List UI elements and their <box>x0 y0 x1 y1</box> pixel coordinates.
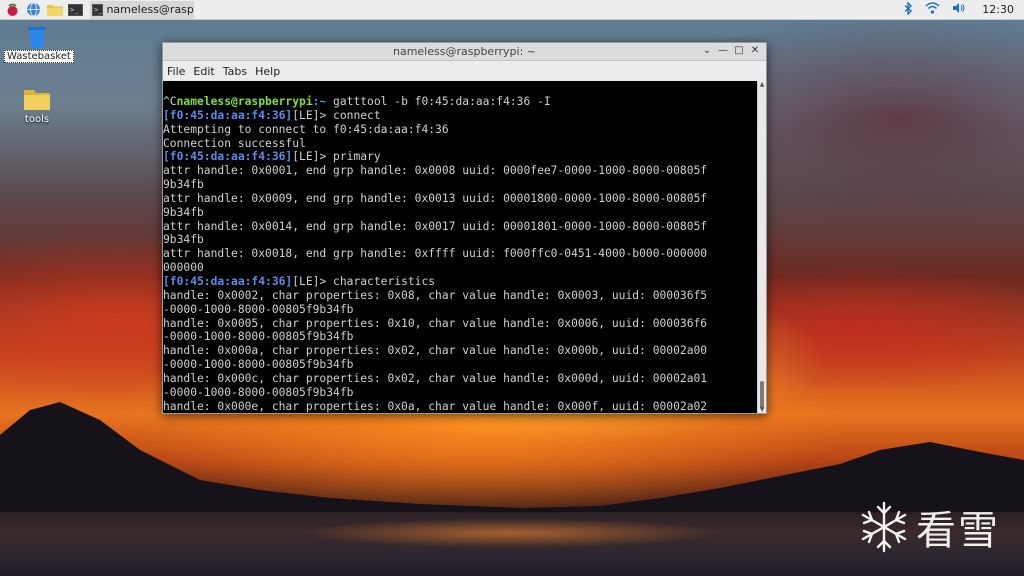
watermark: 看雪 <box>858 498 1000 556</box>
maximize-button[interactable]: □ <box>732 44 746 58</box>
terminal-line: handle: 0x000c, char properties: 0x02, c… <box>163 371 708 385</box>
window-titlebar[interactable]: nameless@raspberrypi: ~ ⌄ — □ ✕ <box>163 43 766 61</box>
wifi-icon[interactable] <box>925 2 940 17</box>
taskbar-terminal-task[interactable]: >_ nameless@rasp... <box>90 0 194 19</box>
bluetooth-icon[interactable] <box>904 0 913 18</box>
window-menu-button[interactable]: ⌄ <box>700 44 714 58</box>
prompt-path: :~ <box>312 95 327 108</box>
gatttool-prompt-address: [f0:45:da:aa:f4:36] <box>163 150 293 164</box>
prompt-prefix: ^C <box>163 95 177 108</box>
wastebasket-label: Wastebasket <box>4 50 74 63</box>
terminal-line: 9b34fb <box>163 205 204 219</box>
taskbar: >_ >_ nameless@rasp... 12:30 <box>0 0 1024 20</box>
globe-icon[interactable] <box>25 2 42 18</box>
terminal-line: -0000-1000-8000-00805f9b34fb <box>163 358 354 372</box>
terminal-line: attr handle: 0x0009, end grp handle: 0x0… <box>163 191 708 205</box>
terminal-line: [f0:45:da:aa:f4:36][LE]> connect <box>163 109 381 122</box>
terminal-line: handle: 0x0005, char properties: 0x10, c… <box>163 316 708 330</box>
terminal-icon: >_ <box>92 3 104 16</box>
terminal-line: 000000 <box>163 261 204 275</box>
terminal-line: [f0:45:da:aa:f4:36][LE]> characteristics <box>163 275 435 288</box>
terminal-line: 9b34fb <box>163 233 204 247</box>
terminal-scrollbar[interactable]: ▲ ▼ <box>757 81 766 413</box>
folder-icon[interactable] <box>46 2 63 18</box>
terminal-line: 9b34fb <box>163 178 204 192</box>
snowflake-icon <box>861 501 907 553</box>
tools-label: tools <box>24 114 50 125</box>
prompt-command: gatttool -b f0:45:da:aa:f4:36 -I <box>326 95 551 108</box>
prompt-user: nameless@raspberrypi <box>176 95 313 108</box>
menu-tabs[interactable]: Tabs <box>219 65 251 78</box>
system-tray: 12:30 <box>892 0 1014 19</box>
scroll-up-arrow-icon[interactable]: ▲ <box>758 81 766 88</box>
desktop-tools-folder[interactable]: tools <box>10 88 64 125</box>
trash-icon <box>28 27 46 48</box>
menubar: File Edit Tabs Help <box>163 61 766 82</box>
close-button[interactable]: ✕ <box>748 44 762 58</box>
gatttool-command: primary <box>326 150 381 164</box>
menu-file[interactable]: File <box>163 65 189 78</box>
gatttool-prompt-le: [LE]> <box>292 108 327 122</box>
scroll-down-arrow-icon[interactable]: ▼ <box>758 406 766 413</box>
gatttool-command: characteristics <box>326 274 436 288</box>
terminal-icon[interactable]: >_ <box>67 2 84 18</box>
gatttool-command: connect <box>326 108 381 122</box>
raspberry-icon[interactable] <box>4 2 21 18</box>
terminal-line: -0000-1000-8000-00805f9b34fb <box>163 330 354 344</box>
scrollbar-thumb[interactable] <box>760 381 764 409</box>
terminal-window: nameless@raspberrypi: ~ ⌄ — □ ✕ File Edi… <box>162 42 767 414</box>
folder-icon <box>24 90 50 110</box>
task-label: nameless@rasp... <box>106 3 194 16</box>
terminal-line: Connection successful <box>163 136 306 150</box>
menu-edit[interactable]: Edit <box>189 65 218 78</box>
terminal-line: Attempting to connect to f0:45:da:aa:f4:… <box>163 122 449 136</box>
terminal-line: handle: 0x000a, char properties: 0x02, c… <box>163 344 708 358</box>
desktop-wastebasket[interactable]: Wastebasket <box>4 25 74 63</box>
terminal-line: handle: 0x0002, char properties: 0x08, c… <box>163 288 708 302</box>
window-title: nameless@raspberrypi: ~ <box>392 45 537 58</box>
terminal-line: attr handle: 0x0001, end grp handle: 0x0… <box>163 164 708 178</box>
gatttool-prompt-le: [LE]> <box>292 150 327 164</box>
terminal-line: -0000-1000-8000-00805f9b34fb <box>163 302 354 316</box>
volume-icon[interactable] <box>952 2 966 17</box>
terminal-line: attr handle: 0x0018, end grp handle: 0xf… <box>163 247 708 261</box>
gatttool-prompt-address: [f0:45:da:aa:f4:36] <box>163 274 293 288</box>
menu-help[interactable]: Help <box>251 65 284 78</box>
terminal-line: handle: 0x000e, char properties: 0x0a, c… <box>163 399 708 413</box>
terminal-line: attr handle: 0x0014, end grp handle: 0x0… <box>163 219 708 233</box>
watermark-text: 看雪 <box>916 508 1000 554</box>
minimize-button[interactable]: — <box>716 44 730 58</box>
clock[interactable]: 12:30 <box>982 3 1014 16</box>
terminal-line: -0000-1000-8000-00805f9b34fb <box>163 385 354 399</box>
terminal-line: [f0:45:da:aa:f4:36][LE]> primary <box>163 150 381 163</box>
gatttool-prompt-le: [LE]> <box>292 274 327 288</box>
gatttool-prompt-address: [f0:45:da:aa:f4:36] <box>163 108 293 122</box>
terminal-output[interactable]: ^Cnameless@raspberrypi:~ gatttool -b f0:… <box>163 81 759 413</box>
